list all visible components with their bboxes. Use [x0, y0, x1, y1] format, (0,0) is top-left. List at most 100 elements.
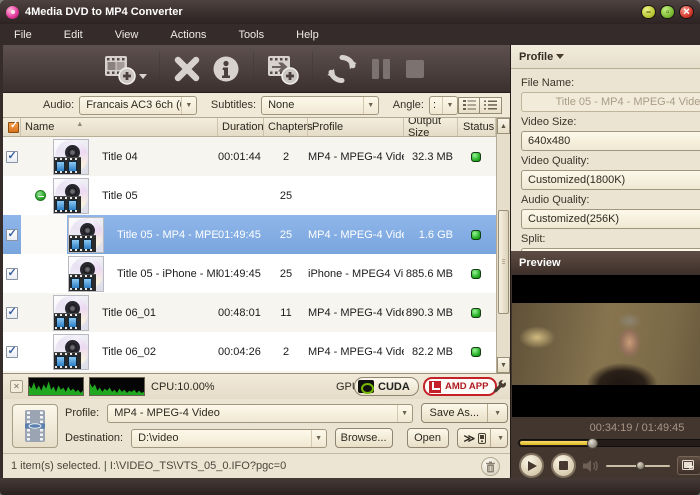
snapshot-settings-button[interactable] [677, 456, 700, 476]
send-to-device-button[interactable]: ≫ ▼ [456, 428, 508, 448]
title-output-size: 885.6 MB [405, 267, 453, 280]
table-row[interactable]: Title 04 00:01:44 2 MP4 - MPEG-4 Video 3… [3, 137, 496, 176]
film-strip-icon [25, 410, 45, 442]
pause-button[interactable] [368, 49, 394, 89]
row-checkbox[interactable] [6, 266, 18, 280]
menu-actions[interactable]: Actions [160, 26, 216, 44]
col-chapters[interactable]: Chapters [264, 118, 313, 136]
row-checkbox[interactable] [6, 305, 18, 319]
play-button[interactable] [519, 453, 544, 479]
file-name-input[interactable]: Title 05 - MP4 - MPEG-4 Video [521, 92, 700, 113]
subtitles-select[interactable]: None ▼ [261, 95, 379, 115]
video-size-select[interactable]: 640x480▼ [521, 131, 700, 152]
chevron-down-icon: ▼ [396, 404, 412, 422]
stop-button[interactable] [403, 49, 427, 89]
file-name-label: File Name: [521, 77, 575, 90]
clear-list-button[interactable] [481, 457, 500, 476]
table-row[interactable]: Title 05 25 [3, 176, 496, 215]
close-cpu-graph-icon[interactable]: ✕ [10, 380, 23, 393]
row-checkbox[interactable] [6, 149, 18, 163]
collapse-toggle-icon[interactable] [35, 190, 46, 201]
scroll-down-icon[interactable]: ▼ [497, 357, 510, 373]
thumbnail-view-button[interactable] [458, 96, 481, 114]
preview-panel-header[interactable]: Preview → [511, 250, 700, 276]
save-as-dropdown-icon[interactable]: ▼ [487, 404, 507, 422]
title-bar: 4Media DVD to MP4 Converter – ▫ ✕ [0, 0, 700, 24]
table-header[interactable]: Name ▲ Duration Chapters Profile Output S… [3, 118, 496, 139]
volume-slider[interactable] [606, 461, 670, 471]
list-view-button[interactable] [480, 96, 503, 114]
nvidia-logo-icon [358, 380, 374, 394]
minimize-button[interactable]: – [641, 5, 656, 19]
seek-thumb[interactable] [587, 438, 599, 450]
mute-speaker-icon[interactable] [583, 459, 599, 473]
table-row[interactable]: Title 05 - MP4 - MPEG-4... 01:49:45 25 M… [3, 215, 496, 254]
add-video-dropdown-icon[interactable] [139, 73, 147, 79]
open-button[interactable]: Open [406, 428, 449, 448]
preview-panel-title: Preview [519, 256, 561, 269]
close-button[interactable]: ✕ [679, 5, 694, 19]
add-clip-button[interactable] [266, 49, 300, 89]
cpu-bar: ✕ CPU:10.00% GPU: CUDA AMD APP [3, 373, 510, 399]
menu-edit[interactable]: Edit [54, 26, 93, 44]
row-checkbox[interactable] [6, 344, 18, 358]
maximize-button[interactable]: ▫ [660, 5, 675, 19]
video-quality-select[interactable]: Customized(1800K)▼ [521, 170, 700, 191]
title-name: Title 05 [102, 189, 138, 202]
audio-quality-select[interactable]: Customized(256K)▼ [521, 209, 700, 230]
title-profile: MP4 - MPEG-4 Video [308, 345, 404, 358]
cuda-button[interactable]: CUDA [354, 377, 419, 396]
save-as-button[interactable]: Save As... ▼ [420, 403, 508, 423]
output-format-button[interactable] [12, 404, 58, 448]
col-name[interactable]: Name [25, 121, 54, 133]
scrollbar-thumb[interactable] [498, 210, 509, 314]
add-video-button[interactable] [103, 49, 147, 89]
status-bar: 1 item(s) selected. | I:\VIDEO_TS\VTS_05… [3, 453, 510, 478]
cpu-usage-text: CPU:10.00% [151, 380, 215, 393]
preview-stop-button[interactable] [551, 453, 576, 479]
title-profile: iPhone - MPEG4 Vi... [308, 267, 404, 280]
menu-view[interactable]: View [105, 26, 149, 44]
scroll-up-icon[interactable]: ▲ [497, 118, 510, 134]
trash-icon [486, 461, 495, 472]
title-chapters: 2 [282, 345, 290, 358]
info-button[interactable] [211, 49, 241, 89]
film-snapshot-icon [682, 459, 694, 470]
split-select[interactable]: No Split▼ [521, 248, 700, 251]
table-row[interactable]: Title 05 - iPhone - MPEG... 01:49:45 25 … [3, 254, 496, 293]
row-checkbox[interactable] [6, 227, 18, 241]
col-profile[interactable]: Profile [308, 118, 404, 136]
title-name: Title 06_01 [102, 306, 157, 319]
select-all-checkbox[interactable] [8, 120, 19, 133]
settings-wrench-icon[interactable] [492, 379, 508, 395]
col-duration[interactable]: Duration [218, 118, 264, 136]
title-name: Title 05 - iPhone - MPEG... [117, 267, 218, 280]
video-size-label: Video Size: [521, 116, 577, 129]
destination-select[interactable]: D:\video ▼ [131, 428, 327, 448]
menu-tools[interactable]: Tools [228, 26, 274, 44]
send-to-dropdown-icon[interactable]: ▼ [490, 429, 507, 447]
volume-thumb[interactable] [636, 461, 646, 471]
title-chapters: 2 [282, 150, 290, 163]
menu-file[interactable]: File [4, 26, 42, 44]
amd-app-button[interactable]: AMD APP [423, 377, 498, 396]
col-status[interactable]: Status [458, 118, 496, 136]
profile-select[interactable]: MP4 - MPEG-4 Video ▼ [107, 403, 413, 423]
seek-bar[interactable] [518, 438, 700, 450]
cpu-usage-graph-2 [89, 377, 145, 396]
browse-button[interactable]: Browse... [334, 428, 393, 448]
menu-help[interactable]: Help [286, 26, 329, 44]
list-scrollbar[interactable]: ▲ ▼ [496, 118, 510, 373]
angle-select[interactable]: : ▼ [428, 95, 459, 115]
audio-quality-label: Audio Quality: [521, 194, 590, 207]
table-row[interactable]: Title 06_02 00:04:26 2 MP4 - MPEG-4 Vide… [3, 332, 496, 371]
title-duration: 01:49:45 [218, 267, 261, 280]
remove-title-button[interactable] [172, 49, 202, 89]
app-icon [6, 5, 19, 19]
profile-panel-header[interactable]: Profile → [511, 45, 700, 70]
convert-button[interactable] [325, 49, 359, 89]
table-row[interactable]: Title 06_01 00:48:01 11 MP4 - MPEG-4 Vid… [3, 293, 496, 332]
dvd-title-icon [53, 294, 89, 331]
audio-select[interactable]: Francais AC3 6ch (0x80)▼ [79, 95, 197, 115]
col-output-size[interactable]: Output Size [404, 118, 458, 139]
